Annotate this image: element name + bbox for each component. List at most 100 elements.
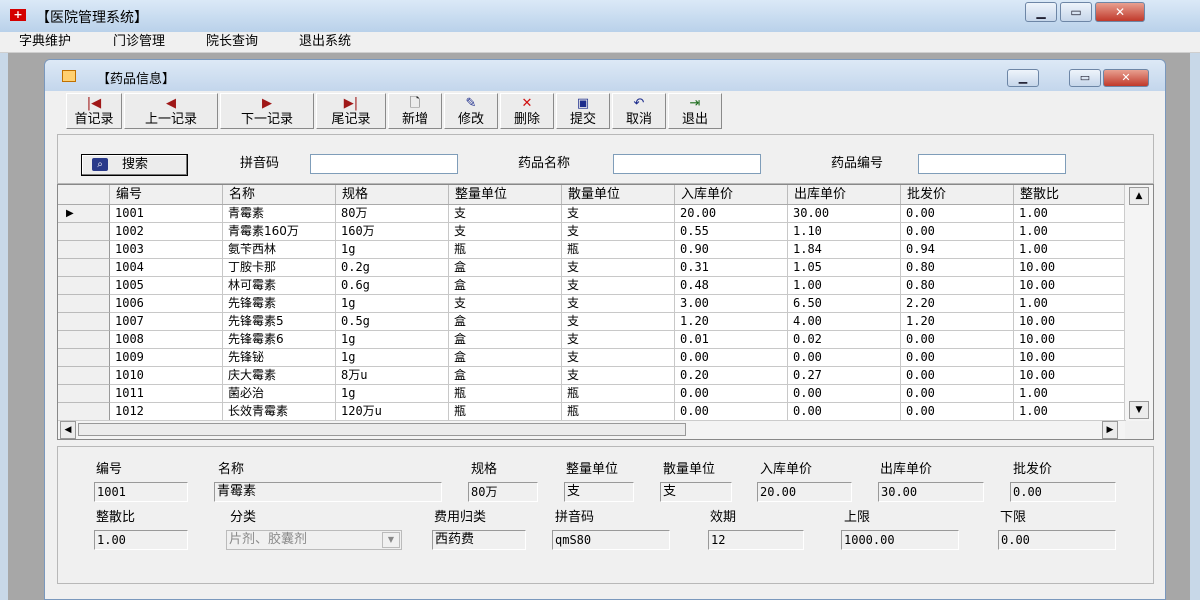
table-cell[interactable]: 盒 (449, 349, 562, 367)
table-cell[interactable]: 支 (562, 313, 675, 331)
table-cell[interactable]: 20.00 (675, 205, 788, 223)
row-header[interactable] (58, 223, 110, 241)
detail-fee-type-field[interactable]: 西药费 (432, 530, 526, 550)
scroll-right-arrow-icon[interactable]: ▶ (1102, 421, 1118, 439)
menu-outpatient[interactable]: 门诊管理 (111, 33, 167, 51)
table-cell[interactable]: 盒 (449, 313, 562, 331)
table-cell[interactable]: 0.00 (675, 349, 788, 367)
table-cell[interactable]: 0.00 (901, 403, 1014, 421)
detail-name-field[interactable]: 青霉素 (214, 482, 442, 502)
close-button[interactable]: ✕ (1095, 2, 1145, 22)
detail-lower-field[interactable]: 0.00 (998, 530, 1116, 550)
table-cell[interactable]: 1.00 (1014, 223, 1126, 241)
exit-button[interactable]: ⇥ 退出 (668, 93, 722, 129)
table-cell[interactable]: 盒 (449, 367, 562, 385)
table-cell[interactable]: 先锋霉素6 (223, 331, 336, 349)
column-header[interactable]: 批发价 (901, 185, 1014, 204)
table-cell[interactable]: 10.00 (1014, 259, 1126, 277)
table-cell[interactable]: 8万u (336, 367, 449, 385)
column-header[interactable]: 整量单位 (449, 185, 562, 204)
table-row[interactable]: 1011 菌必治 1g 瓶瓶 0.00 0.00 0.00 1.00 (58, 385, 1126, 403)
menu-director-query[interactable]: 院长查询 (204, 33, 260, 51)
table-cell[interactable]: 林可霉素 (223, 277, 336, 295)
table-cell[interactable]: 庆大霉素 (223, 367, 336, 385)
table-cell[interactable]: 0.6g (336, 277, 449, 295)
table-cell[interactable]: 菌必治 (223, 385, 336, 403)
column-header[interactable]: 规格 (336, 185, 449, 204)
pinyin-input[interactable] (310, 154, 458, 174)
next-record-button[interactable]: ▶ 下一记录 (220, 93, 314, 129)
table-cell[interactable]: 1g (336, 349, 449, 367)
detail-pinyin-field[interactable]: qmS80 (552, 530, 670, 550)
detail-category-select[interactable]: 片剂、胶囊剂 ▼ (226, 530, 402, 550)
table-cell[interactable]: 瓶 (562, 241, 675, 259)
edit-button[interactable]: ✎ 修改 (444, 93, 498, 129)
table-cell[interactable]: 0.02 (788, 331, 901, 349)
table-cell[interactable]: 盒 (449, 331, 562, 349)
table-cell[interactable]: 0.5g (336, 313, 449, 331)
table-cell[interactable]: 1004 (110, 259, 223, 277)
row-header[interactable] (58, 295, 110, 313)
table-cell[interactable]: 1010 (110, 367, 223, 385)
table-cell[interactable]: 1.00 (1014, 205, 1126, 223)
table-cell[interactable]: 1.10 (788, 223, 901, 241)
child-close-button[interactable]: ✕ (1103, 69, 1149, 87)
table-cell[interactable]: 0.27 (788, 367, 901, 385)
table-cell[interactable]: 0.00 (675, 403, 788, 421)
row-header[interactable] (58, 385, 110, 403)
table-row[interactable]: 1007 先锋霉素5 0.5g 盒支 1.20 4.00 1.20 10.00 (58, 313, 1126, 331)
table-cell[interactable]: 30.00 (788, 205, 901, 223)
row-header[interactable] (58, 403, 110, 421)
table-cell[interactable]: 支 (562, 295, 675, 313)
row-header[interactable] (58, 241, 110, 259)
detail-in-price-field[interactable]: 20.00 (757, 482, 852, 502)
table-cell[interactable]: 1003 (110, 241, 223, 259)
table-cell[interactable]: 0.31 (675, 259, 788, 277)
table-cell[interactable]: 支 (449, 223, 562, 241)
new-button[interactable]: 🗋 新增 (388, 93, 442, 129)
table-cell[interactable]: 支 (562, 277, 675, 295)
table-cell[interactable]: 1.20 (901, 313, 1014, 331)
drug-code-input[interactable] (918, 154, 1066, 174)
table-cell[interactable]: 瓶 (562, 403, 675, 421)
row-header[interactable] (58, 331, 110, 349)
submit-button[interactable]: ▣ 提交 (556, 93, 610, 129)
detail-upper-field[interactable]: 1000.00 (841, 530, 959, 550)
table-cell[interactable]: 0.90 (675, 241, 788, 259)
table-cell[interactable]: 1008 (110, 331, 223, 349)
horizontal-scrollbar[interactable]: ◀ ▶ (58, 420, 1126, 439)
table-cell[interactable]: 0.00 (788, 403, 901, 421)
scroll-left-arrow-icon[interactable]: ◀ (60, 421, 76, 439)
table-cell[interactable]: 1009 (110, 349, 223, 367)
detail-code-field[interactable]: 1001 (94, 482, 188, 502)
table-cell[interactable]: 支 (562, 223, 675, 241)
detail-out-price-field[interactable]: 30.00 (878, 482, 984, 502)
horizontal-scroll-thumb[interactable] (78, 423, 686, 436)
table-cell[interactable]: 0.20 (675, 367, 788, 385)
table-cell[interactable]: 先锋霉素5 (223, 313, 336, 331)
detail-validity-field[interactable]: 12 (708, 530, 804, 550)
table-cell[interactable]: 1.00 (1014, 241, 1126, 259)
column-header[interactable]: 散量单位 (562, 185, 675, 204)
table-cell[interactable]: 1.00 (1014, 385, 1126, 403)
table-cell[interactable]: 0.55 (675, 223, 788, 241)
table-cell[interactable]: 1.00 (788, 277, 901, 295)
vertical-scrollbar[interactable]: ▲ ▼ (1124, 185, 1153, 421)
table-cell[interactable]: 0.48 (675, 277, 788, 295)
delete-button[interactable]: ✕ 删除 (500, 93, 554, 129)
table-row[interactable]: 1002 青霉素160万 160万支支 0.55 1.10 0.00 1.00 (58, 223, 1126, 241)
table-cell[interactable]: 10.00 (1014, 313, 1126, 331)
first-record-button[interactable]: |◀ 首记录 (66, 93, 122, 129)
table-cell[interactable]: 支 (562, 205, 675, 223)
table-cell[interactable]: 盒 (449, 277, 562, 295)
table-cell[interactable]: 1g (336, 295, 449, 313)
table-row[interactable]: 1006 先锋霉素 1g 支支 3.00 6.50 2.20 1.00 (58, 295, 1126, 313)
table-row[interactable]: 1010 庆大霉素 8万u 盒支 0.20 0.27 0.00 10.00 (58, 367, 1126, 385)
cancel-button[interactable]: ↶ 取消 (612, 93, 666, 129)
table-cell[interactable]: 1002 (110, 223, 223, 241)
scroll-up-arrow-icon[interactable]: ▲ (1129, 187, 1149, 205)
table-row[interactable]: 1004 丁胺卡那 0.2g 盒支 0.31 1.05 0.80 10.00 (58, 259, 1126, 277)
row-header[interactable] (58, 313, 110, 331)
table-cell[interactable]: 瓶 (562, 385, 675, 403)
table-cell[interactable]: 支 (562, 259, 675, 277)
